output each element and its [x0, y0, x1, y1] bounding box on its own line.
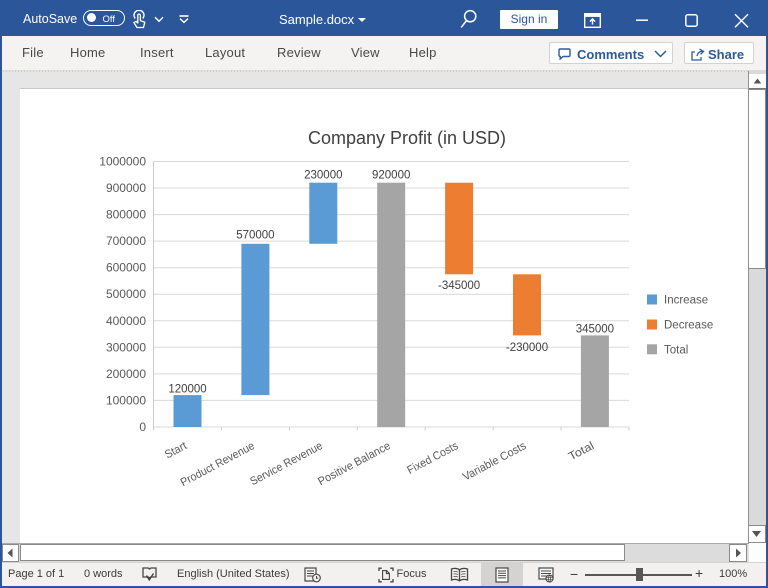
svg-text:Total: Total: [567, 440, 596, 463]
svg-text:400000: 400000: [106, 314, 146, 328]
svg-text:700000: 700000: [106, 234, 146, 248]
svg-text:Company Profit (in USD): Company Profit (in USD): [308, 128, 506, 148]
svg-text:920000: 920000: [372, 170, 410, 182]
svg-text:Product Revenue: Product Revenue: [179, 440, 257, 489]
svg-text:300000: 300000: [106, 340, 146, 354]
svg-text:-230000: -230000: [506, 342, 548, 354]
svg-text:500000: 500000: [106, 287, 146, 301]
svg-text:Increase: Increase: [664, 295, 708, 307]
svg-text:Fixed Costs: Fixed Costs: [405, 440, 460, 477]
svg-text:Positive Balance: Positive Balance: [316, 440, 392, 488]
svg-text:345000: 345000: [576, 324, 614, 336]
svg-text:Total: Total: [664, 344, 688, 356]
svg-text:600000: 600000: [106, 261, 146, 275]
svg-text:1000000: 1000000: [99, 155, 146, 169]
svg-text:0: 0: [139, 420, 146, 434]
svg-text:Start: Start: [163, 440, 190, 462]
svg-text:230000: 230000: [304, 170, 342, 182]
svg-text:570000: 570000: [236, 230, 274, 242]
svg-text:800000: 800000: [106, 208, 146, 222]
svg-text:Decrease: Decrease: [664, 320, 713, 332]
svg-text:Variable Costs: Variable Costs: [461, 440, 529, 484]
svg-text:200000: 200000: [106, 367, 146, 381]
svg-text:120000: 120000: [168, 384, 206, 396]
svg-text:-345000: -345000: [438, 280, 480, 292]
svg-text:100000: 100000: [106, 393, 146, 407]
svg-text:Service Revenue: Service Revenue: [248, 440, 324, 488]
svg-text:900000: 900000: [106, 181, 146, 195]
